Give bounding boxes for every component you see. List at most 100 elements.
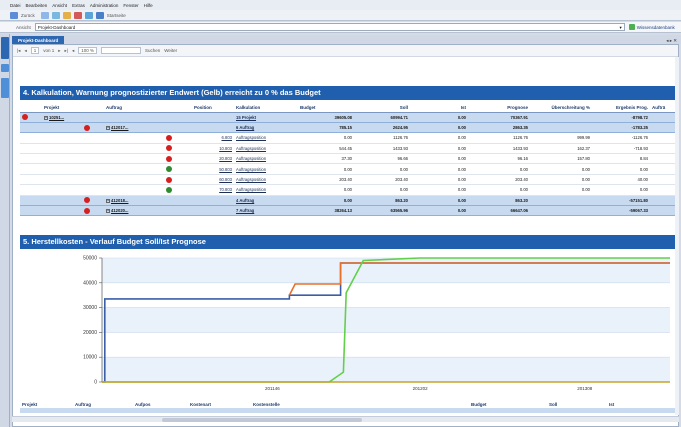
horizontal-scrollbar-thumb[interactable] <box>162 418 362 422</box>
cost-detail-row[interactable] <box>20 408 675 413</box>
search-button[interactable]: Suchen <box>145 48 160 53</box>
cell-kalkulation[interactable]: 6 Auftrag <box>234 122 298 134</box>
collapse-icon[interactable]: − <box>44 115 48 120</box>
footer-col-auftrag[interactable]: Auftrag <box>75 402 135 407</box>
collapse-icon[interactable]: − <box>106 125 110 130</box>
cell-auftrag-text[interactable]: 412017... <box>111 125 128 130</box>
footer-col-budget[interactable]: Budget <box>471 402 549 407</box>
menu-window[interactable]: Fenster <box>123 3 138 8</box>
search-input[interactable] <box>100 47 141 54</box>
back-button[interactable]: Zurück <box>21 13 35 18</box>
footer-col-kostenstelle[interactable]: Kostenstelle <box>253 402 471 407</box>
cell-position[interactable]: 70.803 <box>192 184 234 196</box>
table-row[interactable]: 50.803 Auftragsposition 0.00 0.00 0.00 0.00 0.… <box>20 163 675 175</box>
menu-file[interactable]: Datei <box>10 3 21 8</box>
sidebar-tab-info[interactable] <box>1 78 9 98</box>
table-row[interactable]: 60.803 Auftragsposition 203.40 203.40 0.00 20… <box>20 174 675 186</box>
col-header-projekt[interactable]: Projekt <box>42 103 82 113</box>
cell-auftraege <box>650 163 675 175</box>
col-header-kalkulation[interactable]: Kalkulation <box>234 103 298 113</box>
startpage-icon[interactable] <box>95 11 104 19</box>
cell-position[interactable] <box>192 112 234 123</box>
cell-auftrag-text[interactable]: 412020... <box>111 208 128 213</box>
collapse-icon[interactable]: − <box>106 209 110 214</box>
refresh-icon[interactable] <box>51 11 60 19</box>
home-icon[interactable] <box>62 11 71 19</box>
table-row[interactable]: 6.803 Auftragsposition 0.00 1126.76 0.00 1126… <box>20 132 675 144</box>
table-row[interactable]: 70.803 Auftragsposition 0.00 0.00 0.00 0.00 0.… <box>20 184 675 196</box>
cell-kalkulation[interactable]: Auftragsposition <box>234 132 298 144</box>
next-page-icon[interactable]: ▸ <box>58 48 60 54</box>
vertical-scrollbar[interactable] <box>675 57 679 415</box>
cell-ueberschreitung: 162.37 <box>530 143 592 155</box>
page-input[interactable]: 1 <box>30 47 40 54</box>
col-header-budget[interactable]: Budget <box>298 103 354 113</box>
cell-position[interactable] <box>192 195 234 207</box>
prev-page-icon[interactable]: ◂ <box>24 48 26 54</box>
cell-ergebnis: -1126.76 <box>592 132 650 144</box>
stop-icon[interactable] <box>73 11 82 19</box>
plot-band <box>102 357 670 382</box>
sidebar-tab-navigation[interactable] <box>1 37 9 59</box>
tab-project-dashboard[interactable]: Projekt-Dashboard <box>12 36 65 44</box>
cell-position[interactable]: 60.803 <box>192 174 234 186</box>
zoom-select[interactable]: 100 % <box>78 47 97 54</box>
cell-position[interactable]: 10.803 <box>192 143 234 155</box>
cell-kalkulation[interactable]: Auftragsposition <box>234 143 298 155</box>
footer-col-aufpos[interactable]: Aufpos <box>135 402 190 407</box>
back-report-icon[interactable]: ◂ <box>72 48 74 54</box>
cell-position[interactable] <box>192 122 234 134</box>
back-icon[interactable] <box>10 11 18 19</box>
col-header-ist[interactable]: Ist <box>410 103 468 113</box>
horizontal-scrollbar[interactable] <box>12 416 679 422</box>
cell-kalkulation[interactable]: Auftragsposition <box>234 163 298 175</box>
cell-kalkulation[interactable]: 4 Auftrag <box>234 195 298 207</box>
cell-position[interactable]: 6.803 <box>192 132 234 144</box>
cell-kalkulation[interactable]: Auftragsposition <box>234 153 298 165</box>
footer-col-kostenart[interactable]: Kostenart <box>190 402 253 407</box>
startpage-button[interactable]: Startseite <box>107 13 126 18</box>
last-page-icon[interactable]: ▸| <box>65 48 68 54</box>
view-select[interactable]: Projekt-Dashboard ▾ <box>34 23 625 31</box>
cell-auftrag <box>104 163 164 175</box>
footer-col-soll[interactable]: Soll <box>549 402 609 407</box>
col-header-auftraege[interactable]: Aufträ <box>650 103 675 113</box>
menu-view[interactable]: Ansicht <box>52 3 67 8</box>
cell-kalkulation[interactable]: 7 Auftrag <box>234 205 298 217</box>
forward-icon[interactable] <box>40 11 49 19</box>
next-match-button[interactable]: Weiter <box>164 48 177 53</box>
col-header-soll[interactable]: Soll <box>354 103 410 113</box>
table-row[interactable]: 20.803 Auftragsposition 37.30 96.66 0.00 96.1… <box>20 153 675 165</box>
cell-kalkulation[interactable]: Auftragsposition <box>234 184 298 196</box>
col-header-ueberschreitung[interactable]: Überschreitung % <box>530 103 592 113</box>
cell-auftrag-text[interactable]: 412018... <box>111 198 128 203</box>
col-header-auftrag[interactable]: Auftrag <box>104 103 164 113</box>
chevron-down-icon[interactable]: ▾ <box>620 24 622 31</box>
col-header-prognose[interactable]: Prognose <box>468 103 530 113</box>
cell-position[interactable]: 50.803 <box>192 163 234 175</box>
knowledge-base-button[interactable]: Wissensdatenbank <box>628 24 675 30</box>
table-row[interactable]: −412018... 4 Auftrag 0.00 863.20 0.00 863.20-… <box>20 195 675 207</box>
menu-extras[interactable]: Extras <box>72 3 85 8</box>
menu-edit[interactable]: Bearbeiten <box>26 3 48 8</box>
footer-col-projekt[interactable]: Projekt <box>20 402 75 407</box>
table-row[interactable]: 10.803 Auftragsposition 544.45 1433.93 0.00 1… <box>20 143 675 155</box>
col-header-ergebnis[interactable]: Ergebnis Prog. <box>592 103 650 113</box>
cell-kalkulation[interactable]: Auftragsposition <box>234 174 298 186</box>
table-row[interactable]: −10251... 15 Projekt 39605.08 60994.71 0.00 7… <box>20 112 675 123</box>
first-page-icon[interactable]: |◂ <box>17 48 20 54</box>
menu-admin[interactable]: Administration <box>90 3 119 8</box>
col-header-position[interactable]: Position <box>192 103 234 113</box>
cell-position[interactable] <box>192 205 234 217</box>
cell-projekt-text[interactable]: 10251... <box>49 115 64 120</box>
cell-status <box>20 184 42 196</box>
cell-kalkulation[interactable]: 15 Projekt <box>234 112 298 123</box>
table-row[interactable]: −412017... 6 Auftrag 785.15 2624.95 0.00 2863… <box>20 122 675 134</box>
menu-help[interactable]: Hilfe <box>144 3 153 8</box>
table-row[interactable]: −412020... 7 Auftrag 38264.13 63565.96 0.00 6… <box>20 205 675 217</box>
cell-position[interactable]: 20.803 <box>192 153 234 165</box>
print-icon[interactable] <box>84 11 93 19</box>
collapse-icon[interactable]: − <box>106 198 110 203</box>
footer-col-ist[interactable]: Ist <box>609 402 659 407</box>
sidebar-tab-favorites[interactable] <box>1 64 9 72</box>
